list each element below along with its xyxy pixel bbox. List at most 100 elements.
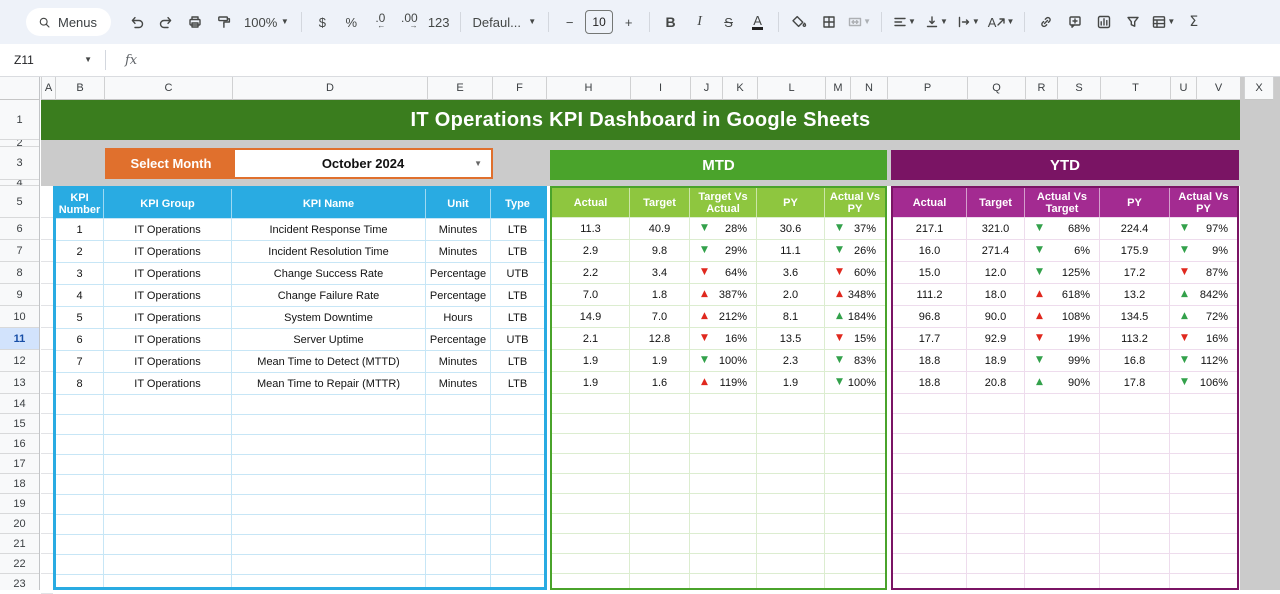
- empty-cell[interactable]: [56, 415, 104, 434]
- ytd-actual-vs-py-cell[interactable]: ▼ 87%: [1170, 262, 1237, 283]
- row-header-21[interactable]: 21: [0, 534, 39, 554]
- mtd-target-vs-actual-cell[interactable]: ▲ 119%: [690, 372, 757, 393]
- empty-cell[interactable]: [630, 414, 690, 433]
- ytd-py-cell[interactable]: 17.8: [1100, 372, 1170, 393]
- mtd-target-cell[interactable]: 1.6: [630, 372, 690, 393]
- ytd-target-cell[interactable]: 20.8: [967, 372, 1025, 393]
- empty-cell[interactable]: [56, 575, 104, 587]
- mtd-actual-cell[interactable]: 11.3: [552, 218, 630, 239]
- mtd-actual-vs-py-cell[interactable]: ▼ 37%: [825, 218, 885, 239]
- empty-cell[interactable]: [41, 240, 53, 262]
- column-header-k[interactable]: K: [722, 77, 757, 100]
- empty-cell[interactable]: [967, 514, 1025, 533]
- empty-cell[interactable]: [1170, 494, 1237, 513]
- empty-cell[interactable]: [491, 415, 544, 434]
- empty-cell[interactable]: [630, 574, 690, 588]
- more-formats-button[interactable]: 123: [425, 9, 453, 36]
- column-header-d[interactable]: D: [232, 77, 427, 100]
- mtd-target-cell[interactable]: 7.0: [630, 306, 690, 327]
- empty-cell[interactable]: [1170, 454, 1237, 473]
- ytd-actual-cell[interactable]: 111.2: [893, 284, 967, 305]
- kpi-name-cell[interactable]: Mean Time to Repair (MTTR): [232, 373, 426, 394]
- mtd-actual-cell[interactable]: 1.9: [552, 350, 630, 371]
- kpi-number-cell[interactable]: 8: [56, 373, 104, 394]
- empty-cell[interactable]: [1100, 474, 1170, 493]
- ytd-target-cell[interactable]: 18.0: [967, 284, 1025, 305]
- unit-cell[interactable]: Minutes: [426, 219, 491, 240]
- empty-cell[interactable]: [1100, 414, 1170, 433]
- empty-cell[interactable]: [1170, 514, 1237, 533]
- empty-cell[interactable]: [491, 555, 544, 574]
- empty-cell[interactable]: [232, 455, 426, 474]
- empty-cell[interactable]: [232, 435, 426, 454]
- kpi-name-cell[interactable]: System Downtime: [232, 307, 426, 328]
- insert-comment-button[interactable]: [1061, 9, 1088, 36]
- mtd-py-cell[interactable]: 1.9: [757, 372, 825, 393]
- ytd-actual-vs-py-cell[interactable]: ▼ 97%: [1170, 218, 1237, 239]
- column-header-i[interactable]: I: [630, 77, 690, 100]
- month-dropdown[interactable]: October 2024 ▼: [235, 150, 491, 177]
- mtd-target-vs-actual-cell[interactable]: ▲ 212%: [690, 306, 757, 327]
- kpi-name-cell[interactable]: Incident Resolution Time: [232, 241, 426, 262]
- empty-cell[interactable]: [104, 475, 232, 494]
- empty-cell[interactable]: [1025, 394, 1100, 413]
- empty-cell[interactable]: [1025, 434, 1100, 453]
- ytd-actual-vs-target-cell[interactable]: ▼ 19%: [1025, 328, 1100, 349]
- row-header-12[interactable]: 12: [0, 350, 39, 372]
- empty-cell[interactable]: [893, 434, 967, 453]
- empty-cell[interactable]: [552, 514, 630, 533]
- ytd-section-header[interactable]: YTD: [891, 150, 1239, 180]
- empty-cell[interactable]: [426, 415, 491, 434]
- ytd-py-cell[interactable]: 13.2: [1100, 284, 1170, 305]
- type-cell[interactable]: LTB: [491, 351, 544, 372]
- empty-cell[interactable]: [630, 554, 690, 573]
- empty-cell[interactable]: [41, 434, 53, 454]
- font-size-input[interactable]: 10: [585, 10, 614, 34]
- mtd-target-cell[interactable]: 9.8: [630, 240, 690, 261]
- font-select[interactable]: Defaul... ▼: [468, 9, 542, 36]
- row-header-17[interactable]: 17: [0, 454, 39, 474]
- mtd-actual-cell[interactable]: 2.1: [552, 328, 630, 349]
- empty-cell[interactable]: [41, 554, 53, 574]
- kpi-info-kpi-group-header[interactable]: KPI Group: [104, 189, 232, 218]
- type-cell[interactable]: LTB: [491, 307, 544, 328]
- merge-cells-button[interactable]: ▼: [844, 9, 874, 36]
- mtd-py-cell[interactable]: 13.5: [757, 328, 825, 349]
- row-header-9[interactable]: 9: [0, 284, 39, 306]
- empty-cell[interactable]: [967, 434, 1025, 453]
- mtd-actual-vs-py-cell[interactable]: ▼ 60%: [825, 262, 885, 283]
- empty-cell[interactable]: [757, 494, 825, 513]
- column-header-h[interactable]: H: [546, 77, 630, 100]
- empty-cell[interactable]: [552, 454, 630, 473]
- type-cell[interactable]: UTB: [491, 329, 544, 350]
- ytd-actual-vs-py-header[interactable]: Actual Vs PY: [1170, 188, 1237, 217]
- empty-cell[interactable]: [56, 435, 104, 454]
- row-header-3[interactable]: 3: [0, 147, 39, 180]
- mtd-actual-vs-py-cell[interactable]: ▼ 26%: [825, 240, 885, 261]
- ytd-actual-cell[interactable]: 18.8: [893, 350, 967, 371]
- empty-cell[interactable]: [630, 474, 690, 493]
- empty-cell[interactable]: [232, 555, 426, 574]
- text-wrap-button[interactable]: ▼: [953, 9, 983, 36]
- empty-cell[interactable]: [1170, 534, 1237, 553]
- formula-input[interactable]: [137, 44, 1280, 76]
- empty-cell[interactable]: [426, 535, 491, 554]
- empty-cell[interactable]: [41, 350, 53, 372]
- empty-cell[interactable]: [690, 514, 757, 533]
- empty-cell[interactable]: [967, 474, 1025, 493]
- column-header-r[interactable]: R: [1025, 77, 1057, 100]
- row-header-20[interactable]: 20: [0, 514, 39, 534]
- ytd-actual-vs-py-cell[interactable]: ▲ 72%: [1170, 306, 1237, 327]
- mtd-section-header[interactable]: MTD: [550, 150, 887, 180]
- mtd-target-vs-actual-cell[interactable]: ▲ 387%: [690, 284, 757, 305]
- kpi-number-cell[interactable]: 5: [56, 307, 104, 328]
- functions-button[interactable]: Σ: [1180, 9, 1207, 36]
- unit-cell[interactable]: Minutes: [426, 351, 491, 372]
- kpi-group-cell[interactable]: IT Operations: [104, 351, 232, 372]
- kpi-group-cell[interactable]: IT Operations: [104, 219, 232, 240]
- ytd-target-cell[interactable]: 321.0: [967, 218, 1025, 239]
- empty-cell[interactable]: [426, 555, 491, 574]
- empty-cell[interactable]: [825, 554, 885, 573]
- kpi-group-cell[interactable]: IT Operations: [104, 373, 232, 394]
- ytd-actual-cell[interactable]: 217.1: [893, 218, 967, 239]
